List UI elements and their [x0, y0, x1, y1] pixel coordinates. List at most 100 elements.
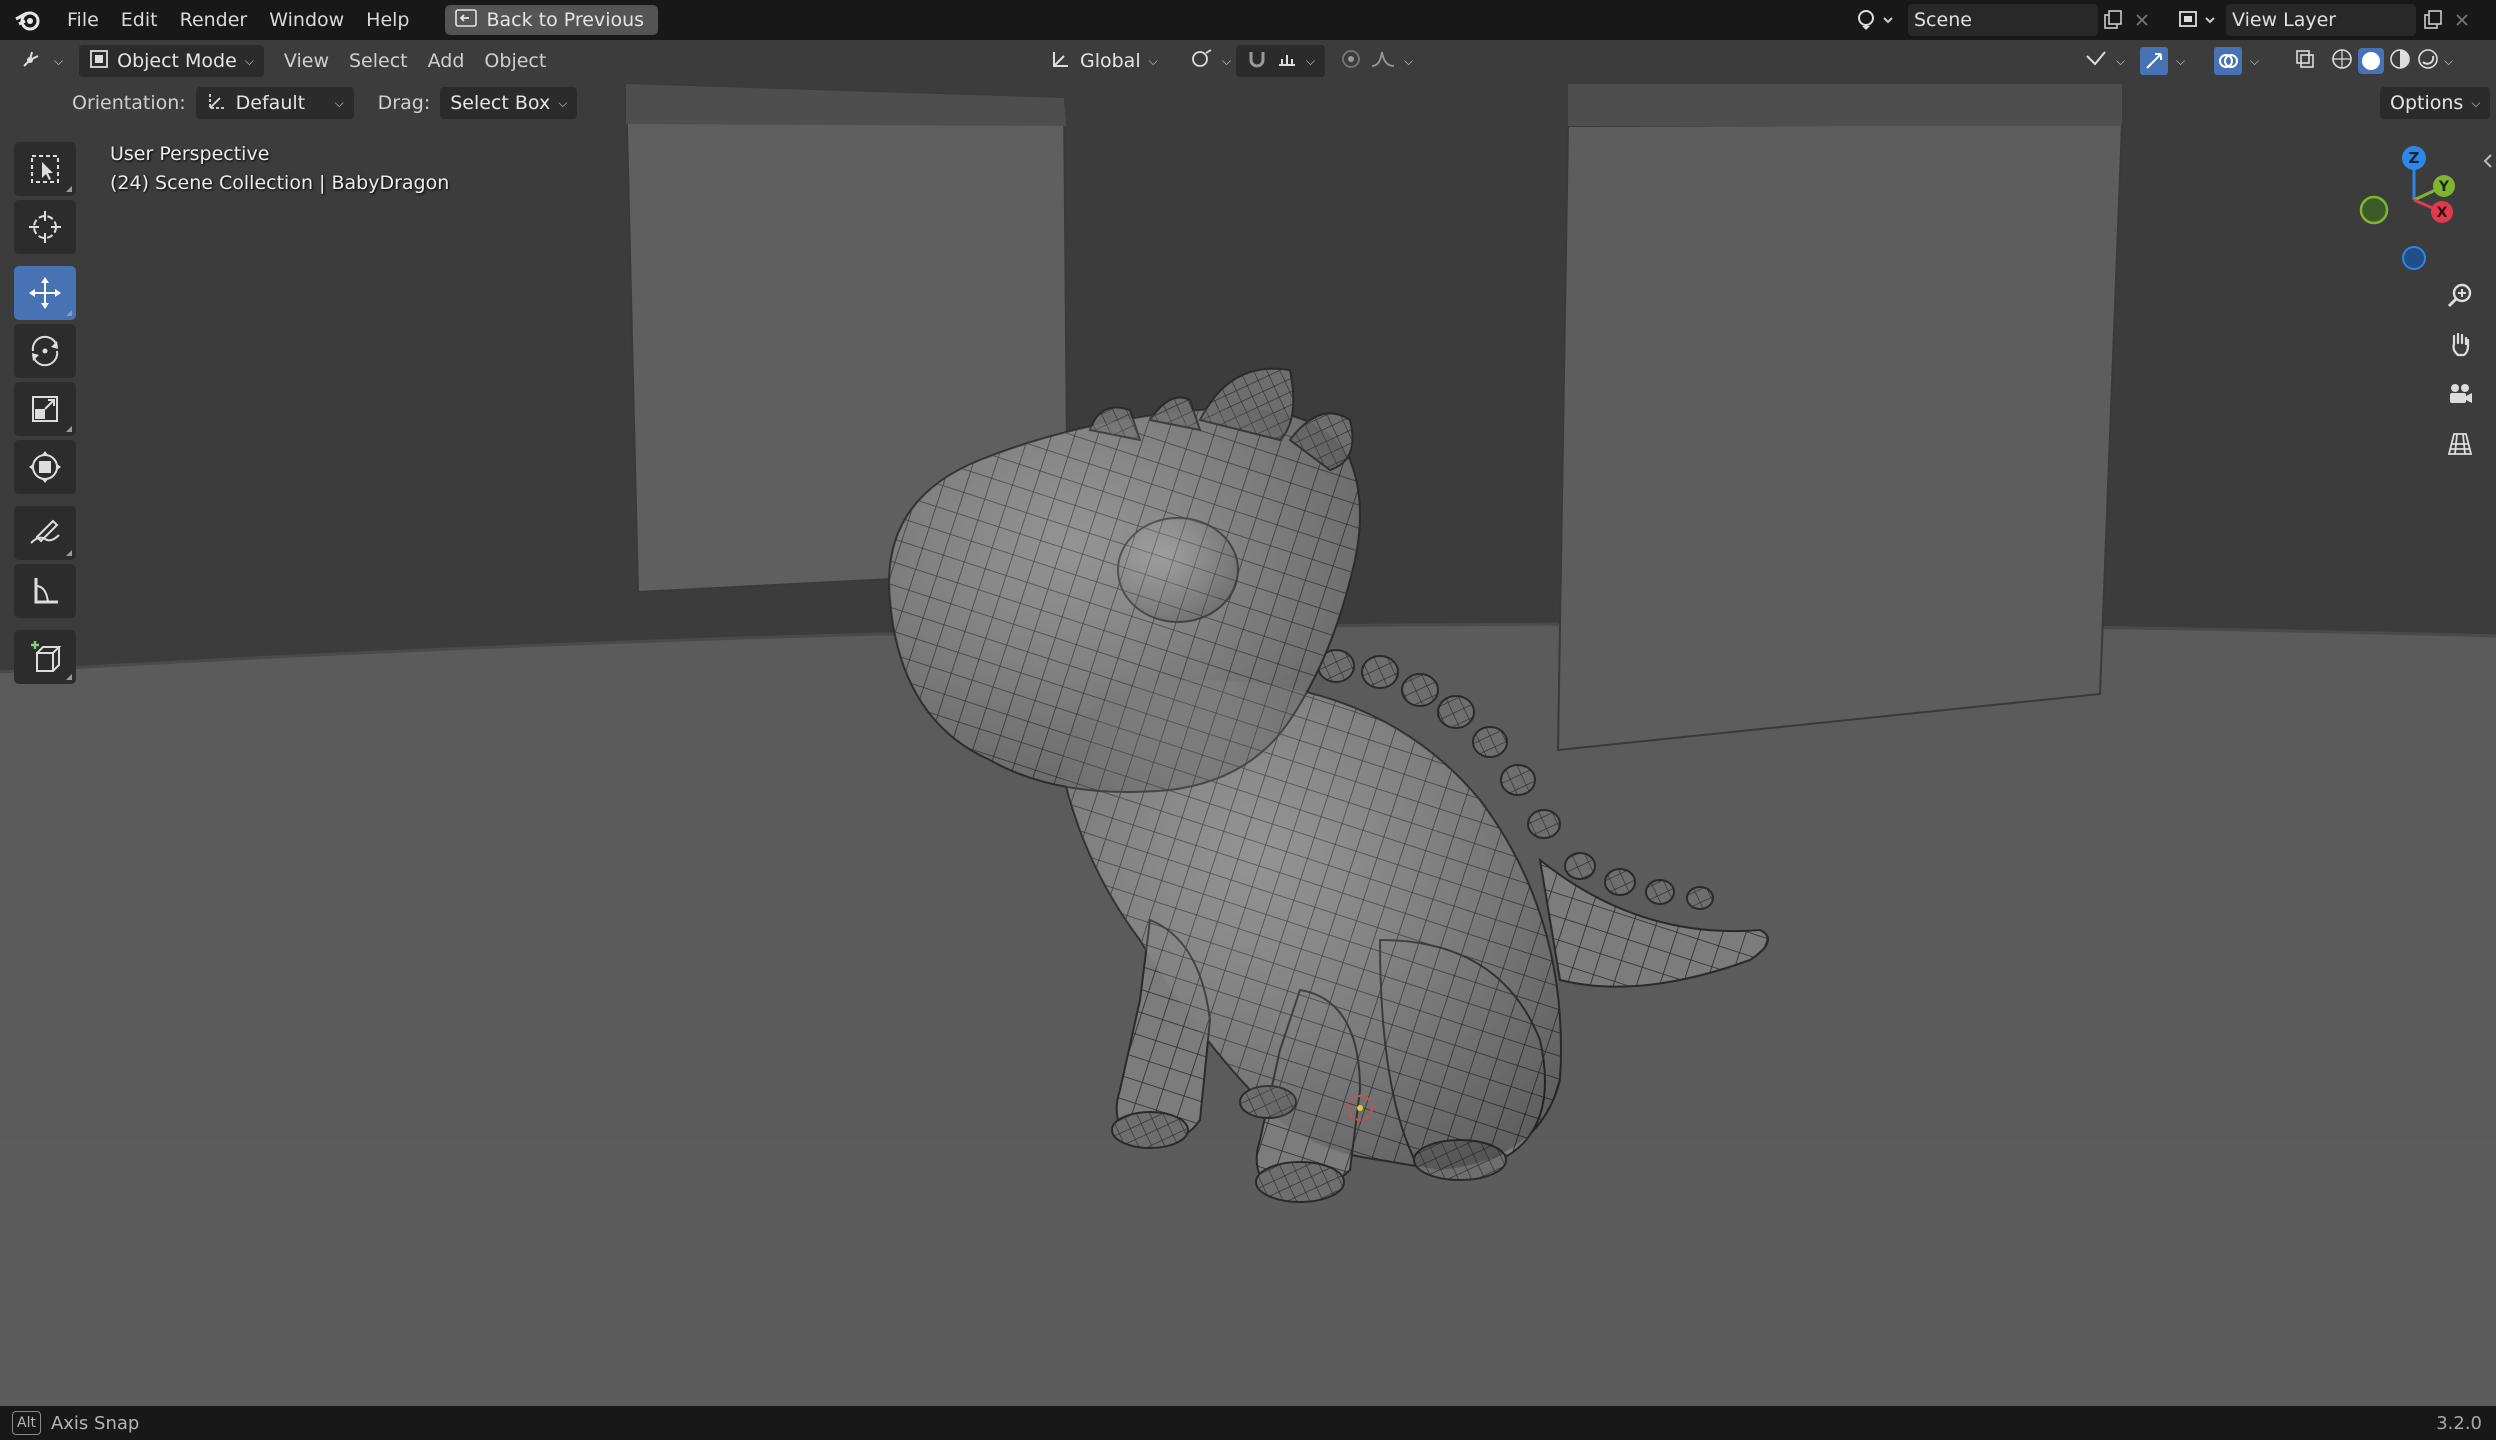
- axis-gizmo-icon: Z Y X: [2359, 146, 2455, 270]
- camera-view-button[interactable]: [2440, 374, 2480, 414]
- solid-shading-icon[interactable]: [2358, 48, 2384, 74]
- new-scene-icon[interactable]: [2100, 8, 2126, 32]
- menu-help[interactable]: Help: [355, 0, 420, 40]
- options-label: Options: [2390, 92, 2464, 114]
- drag-dropdown[interactable]: Select Box ⌵: [440, 87, 578, 119]
- scene-name-field[interactable]: Scene: [1908, 4, 2098, 36]
- menu-add[interactable]: Add: [418, 50, 475, 72]
- orientation-value: Default: [235, 92, 306, 114]
- menu-file[interactable]: File: [56, 0, 110, 40]
- tool-settings-header: Orientation: Default ⌵ Drag: Select Box …: [0, 82, 2496, 124]
- zoom-button[interactable]: [2440, 276, 2480, 316]
- 3d-viewport[interactable]: ⌵ Object Mode ⌵ View Select Add Object G…: [0, 40, 2496, 1406]
- back-arrow-icon: [454, 8, 477, 32]
- shading-mode-group: ⌵: [2320, 45, 2463, 77]
- new-view-layer-icon[interactable]: [2420, 8, 2446, 32]
- material-preview-shading-icon[interactable]: [2388, 47, 2412, 76]
- editor-type-button[interactable]: ⌵: [10, 45, 73, 77]
- annotate-pencil-icon: [30, 519, 60, 544]
- tool-shelf: [14, 142, 78, 688]
- gizmo-x-label: X: [2437, 205, 2448, 221]
- top-menu-bar: File Edit Render Window Help Back to Pre…: [0, 0, 2496, 40]
- xray-icon: [2294, 48, 2316, 75]
- orientation-default-icon: [206, 90, 228, 117]
- delete-view-layer-icon[interactable]: [2450, 8, 2474, 32]
- alt-key-badge: Alt: [12, 1411, 41, 1435]
- object-mode-dropdown[interactable]: Object Mode ⌵: [79, 45, 264, 77]
- blender-logo-icon[interactable]: [0, 0, 56, 40]
- view-layer-name-field[interactable]: View Layer: [2226, 4, 2416, 36]
- menu-edit[interactable]: Edit: [110, 0, 169, 40]
- orientation-dropdown[interactable]: Default ⌵: [195, 87, 354, 119]
- chevron-down-icon: ⌵: [1404, 53, 1414, 68]
- object-mode-icon: [89, 49, 109, 74]
- proportional-editing-toggle[interactable]: ⌵: [1330, 45, 1423, 77]
- chevron-down-icon: ⌵: [2471, 95, 2481, 110]
- measure-ruler-icon: [34, 578, 58, 604]
- options-dropdown[interactable]: Options ⌵: [2380, 87, 2491, 119]
- falloff-curve-icon: [1370, 48, 1396, 75]
- pan-button[interactable]: [2440, 324, 2480, 364]
- perspective-label: User Perspective: [110, 143, 270, 165]
- orientation-axes-icon: [1050, 48, 1072, 75]
- gizmo-y-label: Y: [2438, 179, 2450, 195]
- version-label: 3.2.0: [2436, 1412, 2482, 1434]
- pivot-point-dropdown[interactable]: ⌵: [1180, 45, 1241, 77]
- proportional-editing-icon: [1340, 48, 1362, 75]
- navigation-gizmo[interactable]: Z Y X: [2344, 140, 2474, 270]
- rotate-tool[interactable]: [14, 324, 76, 378]
- drag-value: Select Box: [450, 92, 551, 114]
- view-object-types-dropdown[interactable]: ⌵: [2074, 45, 2135, 77]
- select-box-icon: [31, 155, 59, 183]
- chevron-down-icon: ⌵: [2176, 53, 2186, 68]
- overlays-icon: [2214, 47, 2242, 75]
- viewport-header: ⌵ Object Mode ⌵ View Select Add Object G…: [0, 40, 2496, 82]
- menu-view[interactable]: View: [274, 50, 339, 72]
- pan-hand-icon: [2452, 332, 2470, 357]
- transform-tool[interactable]: [14, 440, 76, 494]
- select-box-tool[interactable]: [14, 142, 76, 196]
- gizmo-icon: [2140, 47, 2168, 75]
- cursor-icon: [29, 211, 61, 243]
- measure-tool[interactable]: [14, 564, 76, 618]
- sidebar-toggle-arrow-icon[interactable]: [2482, 152, 2494, 174]
- add-cube-tool[interactable]: [14, 630, 76, 684]
- gizmo-toggle[interactable]: ⌵: [2130, 45, 2195, 77]
- 3d-viewport-editor-icon: [20, 48, 46, 75]
- delete-scene-icon[interactable]: [2130, 8, 2154, 32]
- rendered-shading-icon[interactable]: [2416, 47, 2440, 76]
- menu-render[interactable]: Render: [169, 0, 259, 40]
- chevron-down-icon: ⌵: [2250, 53, 2260, 68]
- back-to-previous-button[interactable]: Back to Previous: [444, 5, 659, 35]
- scene-selector-icon[interactable]: [1852, 6, 1900, 34]
- view-layer-selector-icon[interactable]: [2174, 6, 2222, 34]
- collection-label: (24) Scene Collection | BabyDragon: [110, 172, 450, 194]
- chevron-down-icon: ⌵: [244, 53, 254, 68]
- tool-variants-corner: [66, 550, 72, 556]
- scale-icon: [32, 396, 58, 422]
- cursor-tool[interactable]: [14, 200, 76, 254]
- visibility-arrow-icon: [2084, 48, 2108, 75]
- orientation-global-label: Global: [1080, 50, 1141, 72]
- menu-select[interactable]: Select: [339, 50, 418, 72]
- chevron-down-icon[interactable]: ⌵: [2444, 54, 2453, 69]
- status-bar: Alt Axis Snap 3.2.0: [0, 1406, 2496, 1440]
- menu-object[interactable]: Object: [474, 50, 556, 72]
- overlays-toggle[interactable]: ⌵: [2204, 45, 2269, 77]
- drag-label: Drag:: [377, 92, 431, 114]
- chevron-down-icon: ⌵: [1306, 53, 1316, 68]
- back-to-previous-label: Back to Previous: [486, 9, 645, 31]
- transform-orientation-dropdown[interactable]: Global ⌵: [1040, 45, 1168, 77]
- pivot-point-icon: [1190, 48, 1214, 75]
- scale-tool[interactable]: [14, 382, 76, 436]
- chevron-down-icon: ⌵: [558, 95, 568, 110]
- perspective-toggle-button[interactable]: [2440, 424, 2480, 464]
- menu-window[interactable]: Window: [258, 0, 355, 40]
- move-tool[interactable]: [14, 266, 76, 320]
- annotate-tool[interactable]: [14, 506, 76, 560]
- wireframe-shading-icon[interactable]: [2330, 47, 2354, 76]
- axis-snap-hint: Axis Snap: [50, 1412, 140, 1434]
- snap-toggle[interactable]: ⌵: [1236, 45, 1326, 77]
- chevron-down-icon: ⌵: [1148, 53, 1158, 68]
- chevron-down-icon: ⌵: [54, 53, 64, 68]
